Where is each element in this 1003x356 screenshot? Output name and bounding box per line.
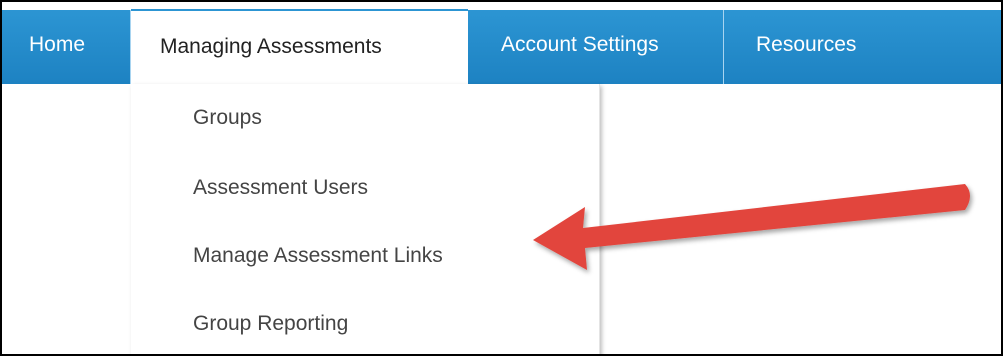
menu-item-assessment-users[interactable]: Assessment Users (193, 176, 368, 200)
top-navigation-bar: Home Managing Assessments Account Settin… (2, 9, 1001, 85)
nav-account-settings[interactable]: Account Settings (468, 10, 724, 84)
managing-assessments-dropdown: Groups Assessment Users Manage Assessmen… (131, 84, 600, 354)
nav-resources[interactable]: Resources (724, 10, 904, 84)
nav-home[interactable]: Home (2, 10, 131, 84)
menu-item-manage-assessment-links[interactable]: Manage Assessment Links (193, 244, 443, 268)
screenshot-frame: Home Managing Assessments Account Settin… (0, 0, 1003, 356)
nav-managing-assessments[interactable]: Managing Assessments (131, 9, 468, 85)
menu-item-group-reporting[interactable]: Group Reporting (193, 312, 348, 336)
menu-item-groups[interactable]: Groups (193, 106, 262, 130)
